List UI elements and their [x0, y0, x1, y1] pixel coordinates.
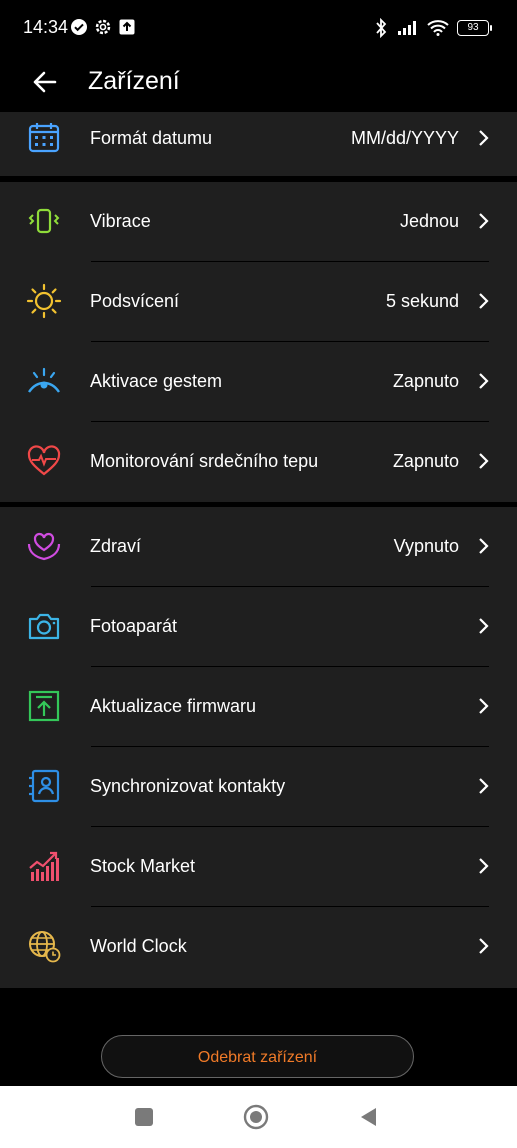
system-nav-bar	[0, 1086, 517, 1148]
wifi-icon	[427, 20, 449, 36]
row-backlight[interactable]: Podsvícení 5 sekund	[0, 262, 517, 342]
chevron-right-icon	[479, 453, 489, 469]
row-firmware[interactable]: Aktualizace firmwaru	[0, 667, 517, 747]
row-label: Stock Market	[90, 856, 196, 876]
stock-chart-icon	[29, 851, 59, 881]
row-date-format[interactable]: Formát datumu MM/dd/YYYY	[0, 112, 517, 176]
row-health[interactable]: Zdraví Vypnuto	[0, 507, 517, 587]
camera-icon	[28, 613, 60, 640]
status-bar: 14:34 93	[0, 0, 517, 56]
page-title: Zařízení	[88, 67, 180, 95]
row-value: Zapnuto	[392, 371, 459, 391]
row-label: Formát datumu	[90, 128, 213, 148]
chevron-right-icon	[479, 698, 489, 714]
row-label: Podsvícení	[90, 291, 180, 311]
settings-section-3: Zdraví Vypnuto Fotoaparát Aktualizace fi…	[0, 507, 517, 988]
chevron-right-icon	[479, 618, 489, 634]
battery-icon: 93	[457, 20, 492, 36]
row-label: Vibrace	[90, 211, 151, 231]
row-gesture[interactable]: Aktivace gestem Zapnuto	[0, 342, 517, 422]
chevron-right-icon	[479, 293, 489, 309]
row-value: Vypnuto	[393, 536, 459, 556]
app-header: Zařízení	[0, 56, 517, 112]
row-label: Aktualizace firmwaru	[90, 696, 257, 716]
back-triangle-icon[interactable]	[356, 1104, 382, 1130]
contacts-icon	[29, 769, 60, 803]
row-camera[interactable]: Fotoaparát	[0, 587, 517, 667]
status-time: 14:34	[23, 17, 69, 37]
status-right-icons: 93	[373, 18, 492, 38]
arrow-left-icon	[33, 71, 57, 93]
row-label: Monitorování srdečního tepu	[90, 451, 319, 471]
heart-rate-icon	[27, 445, 61, 476]
firmware-update-icon	[28, 690, 60, 722]
bluetooth-icon	[373, 18, 389, 38]
row-value: Jednou	[399, 211, 459, 231]
vibrate-icon	[28, 208, 60, 234]
chevron-right-icon	[479, 213, 489, 229]
chevron-right-icon	[479, 373, 489, 389]
remove-device-button[interactable]: Odebrat zařízení	[101, 1035, 414, 1078]
signal-icon	[397, 20, 419, 36]
back-button[interactable]	[29, 66, 61, 98]
row-heart-rate[interactable]: Monitorování srdečního tepu Zapnuto	[0, 422, 517, 502]
row-label: Synchronizovat kontakty	[90, 776, 286, 796]
check-circle-icon	[70, 18, 88, 36]
sun-icon	[26, 283, 62, 319]
row-label: Fotoaparát	[90, 616, 178, 636]
settings-section-1: Formát datumu MM/dd/YYYY	[0, 112, 517, 176]
row-stock-market[interactable]: Stock Market	[0, 827, 517, 907]
chevron-right-icon	[479, 130, 489, 146]
gesture-icon	[28, 367, 60, 393]
chevron-right-icon	[479, 858, 489, 874]
upload-box-icon	[118, 18, 136, 36]
row-vibration[interactable]: Vibrace Jednou	[0, 182, 517, 262]
recent-apps-square-icon[interactable]	[131, 1104, 157, 1130]
chevron-right-icon	[479, 778, 489, 794]
home-circle-icon[interactable]	[243, 1104, 269, 1130]
row-value: Zapnuto	[392, 451, 459, 471]
health-hands-icon	[27, 532, 61, 561]
row-value: 5 sekund	[385, 291, 459, 311]
chevron-right-icon	[479, 538, 489, 554]
row-label: Zdraví	[90, 536, 142, 556]
status-left-icons	[70, 18, 136, 36]
world-clock-icon	[29, 931, 61, 963]
row-value: MM/dd/YYYY	[350, 128, 459, 148]
settings-gear-icon	[94, 18, 112, 36]
calendar-icon	[28, 123, 60, 153]
row-contacts[interactable]: Synchronizovat kontakty	[0, 747, 517, 827]
row-label: World Clock	[90, 936, 187, 956]
row-world-clock[interactable]: World Clock	[0, 907, 517, 987]
settings-section-2: Vibrace Jednou Podsvícení 5 sekund Aktiv…	[0, 182, 517, 502]
row-label: Aktivace gestem	[90, 371, 223, 391]
chevron-right-icon	[479, 938, 489, 954]
